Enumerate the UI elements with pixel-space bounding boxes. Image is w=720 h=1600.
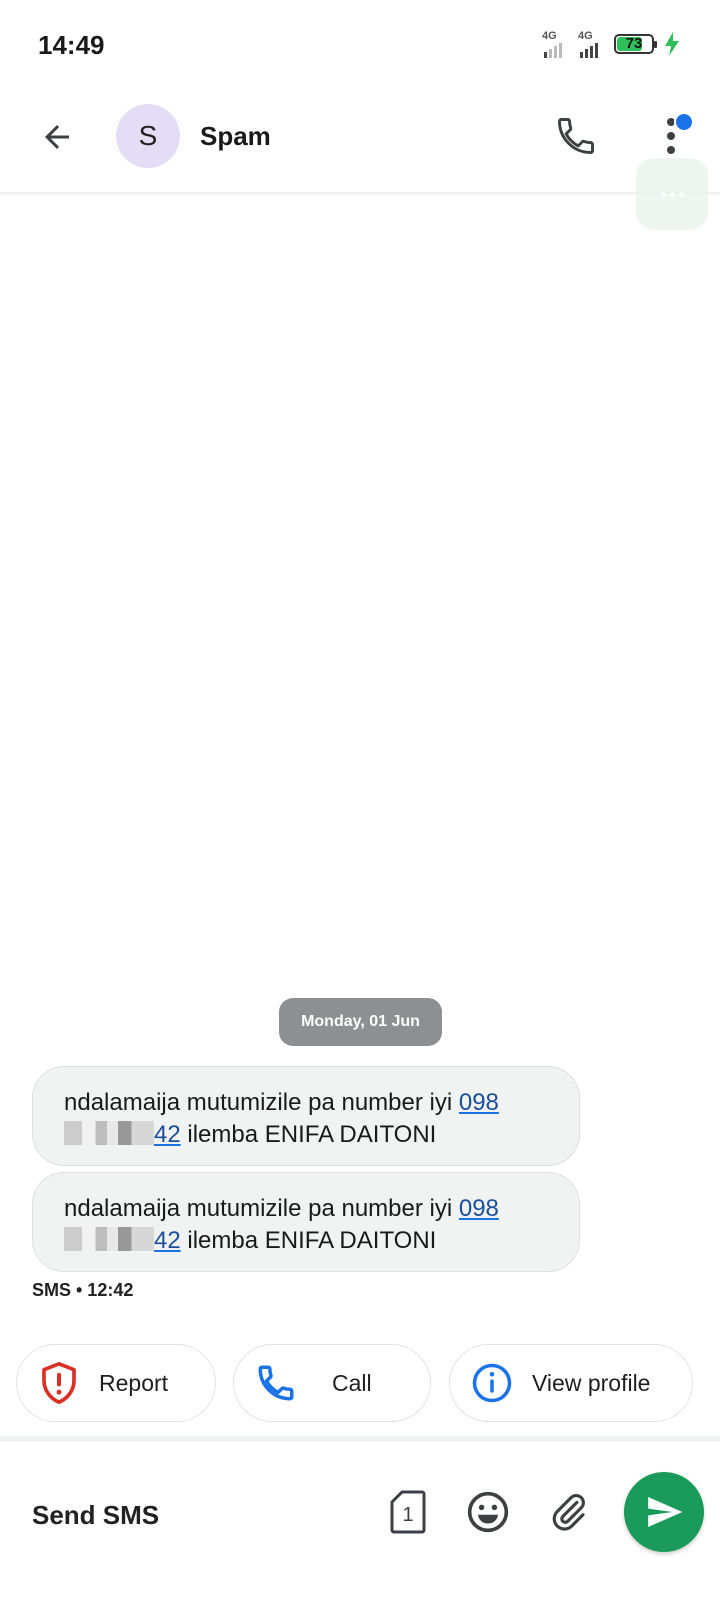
message-bubble[interactable]: ndalamaija mutumizile pa number iyi 0984… xyxy=(32,1172,580,1272)
call-button[interactable] xyxy=(552,112,600,160)
message-text: ndalamaija mutumizile pa number iyi xyxy=(64,1195,459,1222)
message-bubble[interactable]: ndalamaija mutumizile pa number iyi 0984… xyxy=(32,1066,580,1166)
message-text: ndalamaija mutumizile pa number iyi xyxy=(64,1089,459,1116)
sim-select-button[interactable]: 1 xyxy=(384,1488,432,1536)
status-icons: 4G 4G 73 xyxy=(542,30,680,58)
emoji-icon xyxy=(467,1491,509,1533)
network-type-1: 4G xyxy=(542,30,557,42)
sim-slot-number: 1 xyxy=(402,1504,413,1526)
report-label: Report xyxy=(99,1369,169,1396)
paperclip-icon xyxy=(552,1493,585,1531)
call-label: Call xyxy=(332,1369,372,1396)
message-meta: SMS • 12:42 xyxy=(32,1280,134,1300)
conversation-app-bar: S Spam xyxy=(0,90,720,192)
network-type-2: 4G xyxy=(578,30,593,42)
contact-name[interactable]: Spam xyxy=(200,121,271,152)
date-chip: Monday, 01 Jun xyxy=(279,998,442,1046)
battery-icon: 73 xyxy=(614,34,657,54)
redacted-digits xyxy=(64,1121,154,1145)
send-icon xyxy=(648,1497,683,1527)
charging-icon xyxy=(665,32,679,56)
contact-avatar[interactable]: S xyxy=(116,104,180,168)
floating-bubble[interactable] xyxy=(636,158,708,230)
battery-level: 73 xyxy=(625,35,643,52)
info-icon xyxy=(470,1361,514,1405)
signal-2-icon: 4G xyxy=(578,30,604,58)
call-chip-button[interactable]: Call xyxy=(233,1344,431,1422)
view-profile-button[interactable]: View profile xyxy=(449,1344,693,1422)
compose-input[interactable]: Send SMS xyxy=(32,1500,159,1531)
back-button[interactable] xyxy=(34,114,80,160)
message-text-suffix: ilemba ENIFA DAITONI xyxy=(180,1227,437,1254)
phone-icon xyxy=(558,118,594,154)
attach-button[interactable] xyxy=(545,1488,593,1536)
sim-card-icon: 1 xyxy=(390,1490,426,1534)
notification-dot xyxy=(674,112,694,132)
status-bar: 14:49 4G 4G 73 xyxy=(0,0,720,90)
compose-divider xyxy=(0,1436,720,1442)
view-profile-label: View profile xyxy=(532,1369,651,1396)
arrow-left-icon xyxy=(45,125,69,149)
message-text-suffix: ilemba ENIFA DAITONI xyxy=(180,1121,437,1148)
emoji-button[interactable] xyxy=(464,1488,512,1536)
redacted-digits xyxy=(64,1227,154,1251)
phone-icon xyxy=(254,1361,298,1405)
status-time: 14:49 xyxy=(38,30,105,60)
signal-1-icon: 4G xyxy=(542,30,568,58)
shield-alert-icon xyxy=(37,1361,81,1405)
report-button[interactable]: Report xyxy=(16,1344,216,1422)
send-button[interactable] xyxy=(624,1472,704,1552)
avatar-letter: S xyxy=(138,120,158,151)
